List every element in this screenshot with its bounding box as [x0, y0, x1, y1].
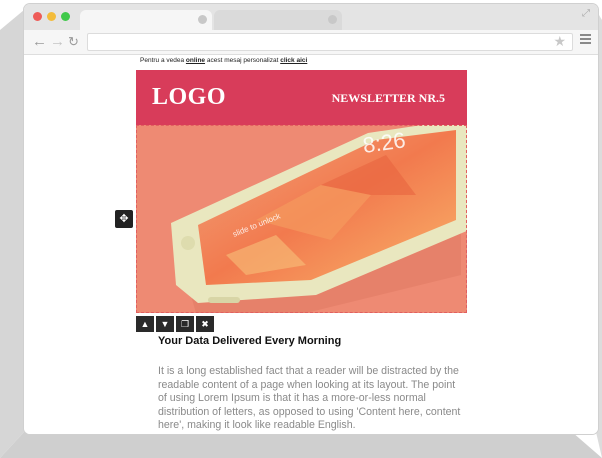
online-link[interactable]: online — [186, 57, 205, 64]
tab-inactive[interactable] — [214, 10, 342, 30]
browser-toolbar: ← → ↻ ★ — [24, 30, 598, 55]
preheader-text: Pentru a vedea — [140, 57, 186, 64]
browser-window: ⤢ ← → ↻ ★ Pentru a vedea online acest me… — [24, 4, 598, 434]
title-bar: ⤢ — [24, 4, 598, 30]
reload-icon[interactable]: ↻ — [68, 33, 79, 51]
menu-icon[interactable] — [580, 34, 591, 46]
newsletter-number: NEWSLETTER NR.5 — [331, 91, 445, 105]
phone-speaker — [208, 297, 240, 303]
preheader-text: acest mesaj personalizat — [205, 57, 281, 64]
back-arrow-icon[interactable]: ← — [32, 33, 47, 51]
minimize-window-button[interactable] — [47, 12, 56, 21]
email-canvas: Pentru a vedea online acest mesaj person… — [24, 55, 598, 434]
tab-active[interactable] — [80, 10, 212, 30]
delete-icon[interactable]: ✖ — [196, 316, 214, 332]
phone-home-button — [181, 236, 195, 250]
block-controls: ▲ ▼ ❐ ✖ — [136, 316, 216, 332]
move-down-icon[interactable]: ▼ — [156, 316, 174, 332]
bookmark-star-icon[interactable]: ★ — [553, 33, 566, 50]
move-up-icon[interactable]: ▲ — [136, 316, 154, 332]
hero-image[interactable]: 8:26 slide to unlock — [136, 125, 467, 313]
duplicate-icon[interactable]: ❐ — [176, 316, 194, 332]
maximize-window-button[interactable] — [61, 12, 70, 21]
article-body[interactable]: It is a long established fact that a rea… — [158, 365, 463, 433]
fullscreen-icon[interactable]: ⤢ — [582, 8, 590, 19]
tab-close-icon[interactable] — [328, 15, 337, 24]
logo: LOGO — [152, 84, 227, 110]
close-window-button[interactable] — [33, 12, 42, 21]
drag-handle-icon[interactable]: ✥ — [115, 210, 133, 228]
tab-close-icon[interactable] — [198, 15, 207, 24]
article-headline[interactable]: Your Data Delivered Every Morning — [158, 335, 341, 347]
preheader: Pentru a vedea online acest mesaj person… — [140, 57, 307, 64]
newsletter-header[interactable]: LOGO NEWSLETTER NR.5 — [136, 70, 467, 125]
address-bar[interactable]: ★ — [87, 33, 573, 51]
phone-illustration: 8:26 slide to unlock — [171, 125, 467, 313]
click-here-link[interactable]: click aici — [280, 57, 307, 64]
forward-arrow-icon[interactable]: → — [50, 33, 65, 51]
